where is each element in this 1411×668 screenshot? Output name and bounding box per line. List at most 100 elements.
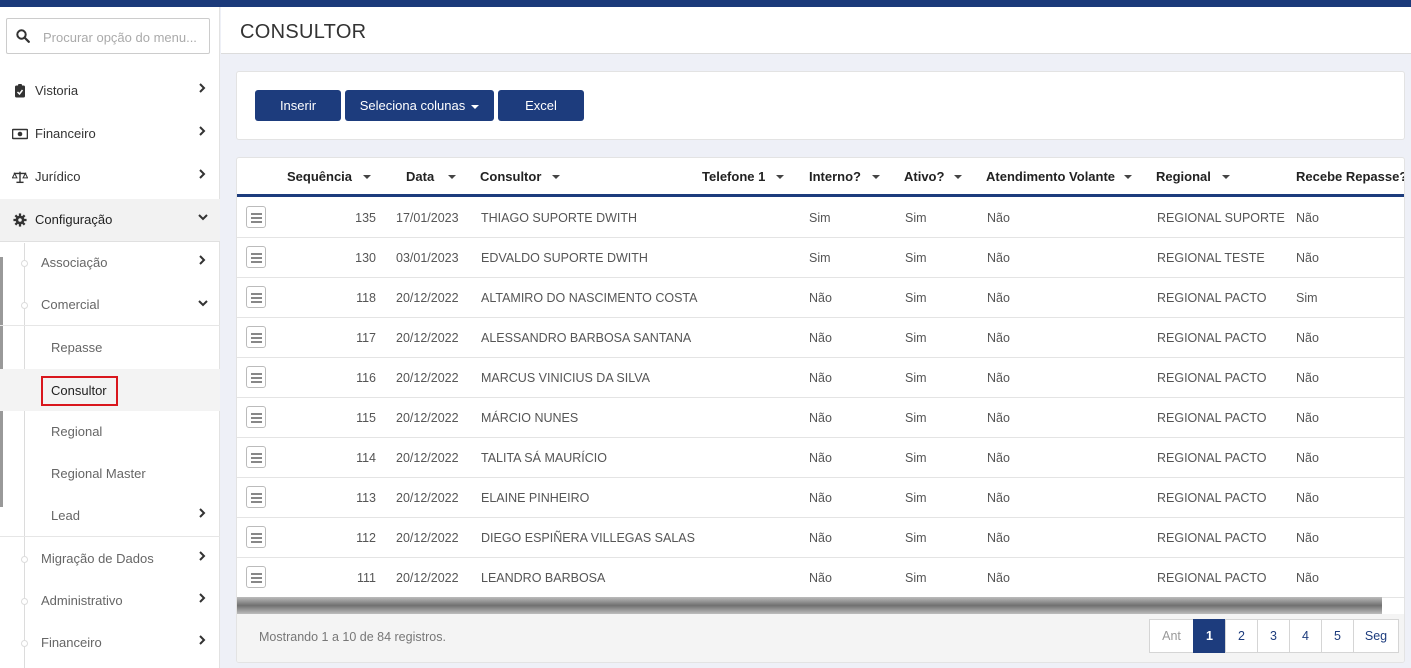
money-bill-icon [12, 128, 28, 140]
table-row[interactable]: 116 20/12/2022 MARCUS VINICIUS DA SILVA Não… [237, 358, 1404, 398]
cell-ativo: Sim [905, 211, 927, 225]
insert-button[interactable]: Inserir [255, 90, 341, 121]
sidebar-subitem-associacao[interactable]: Associação [0, 242, 220, 284]
row-details-icon[interactable] [246, 326, 266, 348]
sidebar-item-label: Jurídico [35, 169, 81, 184]
select-columns-button[interactable]: Seleciona colunas [345, 90, 494, 121]
sidebar-subitem-migracao[interactable]: Migração de Dados [0, 538, 220, 580]
table-row[interactable]: 130 03/01/2023 EDVALDO SUPORTE DWITH Sim Sim… [237, 238, 1404, 278]
caret-down-icon [471, 104, 480, 109]
sidebar-subsubitem-regional-master[interactable]: Regional Master [0, 453, 220, 495]
cell-atendimento: Não [987, 571, 1010, 585]
sidebar-item-configuracao[interactable]: Configuração [0, 199, 220, 242]
table-row[interactable]: 135 17/01/2023 THIAGO SUPORTE DWITH Sim Sim N… [237, 198, 1404, 238]
chevron-down-icon [198, 300, 208, 307]
col-header-data[interactable]: Data [406, 169, 434, 184]
row-details-icon[interactable] [246, 446, 266, 468]
sidebar-subsubitem-label: Regional [51, 424, 103, 439]
horizontal-scrollbar[interactable] [237, 597, 1382, 614]
cell-sequencia: 112 [356, 531, 376, 545]
sidebar-subsubitem-regional[interactable]: Regional [0, 411, 220, 453]
table-row[interactable]: 118 20/12/2022 ALTAMIRO DO NASCIMENTO COST… [237, 278, 1404, 318]
col-header-consultor[interactable]: Consultor [480, 169, 541, 184]
sidebar-item-financeiro[interactable]: Financeiro [0, 113, 220, 156]
cell-ativo: Sim [905, 251, 927, 265]
pagination-page-2[interactable]: 2 [1225, 619, 1258, 653]
table-card: Sequência Data Consultor Telefone 1 Inte… [236, 157, 1405, 663]
row-details-icon[interactable] [246, 566, 266, 588]
current-page-highlight: Consultor [41, 376, 118, 406]
pagination-page-1[interactable]: 1 [1193, 619, 1226, 653]
records-info: Mostrando 1 a 10 de 84 registros. [259, 630, 446, 644]
sidebar-subitem-administrativo[interactable]: Administrativo [0, 580, 220, 622]
col-header-regional[interactable]: Regional [1156, 169, 1211, 184]
menu-search[interactable] [6, 18, 210, 54]
pagination-page-3[interactable]: 3 [1257, 619, 1290, 653]
row-details-icon[interactable] [246, 526, 266, 548]
cell-atendimento: Não [987, 491, 1010, 505]
table-row[interactable]: 111 20/12/2022 LEANDRO BARBOSA Não Sim Não REG… [237, 558, 1404, 598]
sort-caret-icon[interactable] [872, 175, 880, 179]
menu-search-input[interactable] [43, 27, 205, 47]
sidebar-subsubitem-repasse[interactable]: Repasse [0, 327, 220, 369]
sort-caret-icon[interactable] [552, 175, 560, 179]
sort-caret-icon[interactable] [776, 175, 784, 179]
row-details-icon[interactable] [246, 286, 266, 308]
pagination-prev[interactable]: Ant [1149, 619, 1194, 653]
sort-caret-icon[interactable] [448, 175, 456, 179]
cell-consultor: TALITA SÁ MAURÍCIO [481, 451, 607, 465]
sidebar-subsubitem-lead[interactable]: Lead [0, 495, 220, 537]
sidebar-subsubitem-consultor[interactable]: Consultor [0, 369, 220, 411]
row-details-icon[interactable] [246, 206, 266, 228]
cell-data: 20/12/2022 [396, 531, 459, 545]
excel-button[interactable]: Excel [498, 90, 584, 121]
sort-caret-icon[interactable] [1222, 175, 1230, 179]
cell-data: 03/01/2023 [396, 251, 459, 265]
sidebar-item-juridico[interactable]: Jurídico [0, 156, 220, 199]
sort-caret-icon[interactable] [1124, 175, 1132, 179]
cell-repasse: Não [1296, 371, 1319, 385]
cell-repasse: Não [1296, 451, 1319, 465]
sidebar-item-vistoria[interactable]: Vistoria [0, 70, 220, 113]
table-row[interactable]: 113 20/12/2022 ELAINE PINHEIRO Não Sim Não REG… [237, 478, 1404, 518]
row-details-icon[interactable] [246, 486, 266, 508]
sort-caret-icon[interactable] [954, 175, 962, 179]
cell-repasse: Não [1296, 531, 1319, 545]
table-row[interactable]: 115 20/12/2022 MÁRCIO NUNES Não Sim Não REGION… [237, 398, 1404, 438]
pagination: Ant 1 2 3 4 5 Seg [1149, 619, 1401, 653]
col-header-repasse[interactable]: Recebe Repasse? [1296, 169, 1404, 184]
cell-ativo: Sim [905, 451, 927, 465]
search-icon [16, 29, 30, 43]
row-details-icon[interactable] [246, 406, 266, 428]
table-header: Sequência Data Consultor Telefone 1 Inte… [237, 158, 1404, 197]
pagination-page-4[interactable]: 4 [1289, 619, 1322, 653]
cell-consultor: ALTAMIRO DO NASCIMENTO COSTA [481, 291, 698, 305]
chevron-right-icon [199, 508, 206, 518]
cell-interno: Não [809, 411, 832, 425]
cell-regional: REGIONAL TESTE [1157, 251, 1265, 265]
col-header-sequencia[interactable]: Sequência [287, 169, 352, 184]
col-header-ativo[interactable]: Ativo? [904, 169, 944, 184]
cell-repasse: Não [1296, 331, 1319, 345]
cell-sequencia: 130 [355, 251, 376, 265]
sidebar-subitem-financeiro[interactable]: Financeiro [0, 622, 220, 664]
col-header-atendimento[interactable]: Atendimento Volante [986, 169, 1115, 184]
pagination-page-5[interactable]: 5 [1321, 619, 1354, 653]
cell-data: 20/12/2022 [396, 291, 459, 305]
cell-interno: Não [809, 491, 832, 505]
gear-icon [13, 213, 27, 227]
sort-caret-icon[interactable] [363, 175, 371, 179]
chevron-right-icon [199, 551, 206, 561]
pagination-next[interactable]: Seg [1353, 619, 1399, 653]
cell-consultor: LEANDRO BARBOSA [481, 571, 606, 585]
table-row[interactable]: 117 20/12/2022 ALESSANDRO BARBOSA SANTANA N… [237, 318, 1404, 358]
sidebar-subitem-comercial[interactable]: Comercial [0, 284, 220, 326]
row-details-icon[interactable] [246, 246, 266, 268]
tree-node-dot [21, 302, 28, 309]
col-header-telefone[interactable]: Telefone 1 [702, 169, 765, 184]
tree-node-dot [21, 640, 28, 647]
table-row[interactable]: 114 20/12/2022 TALITA SÁ MAURÍCIO Não Sim Não… [237, 438, 1404, 478]
table-row[interactable]: 112 20/12/2022 DIEGO ESPIÑERA VILLEGAS SAL… [237, 518, 1404, 558]
row-details-icon[interactable] [246, 366, 266, 388]
col-header-interno[interactable]: Interno? [809, 169, 861, 184]
